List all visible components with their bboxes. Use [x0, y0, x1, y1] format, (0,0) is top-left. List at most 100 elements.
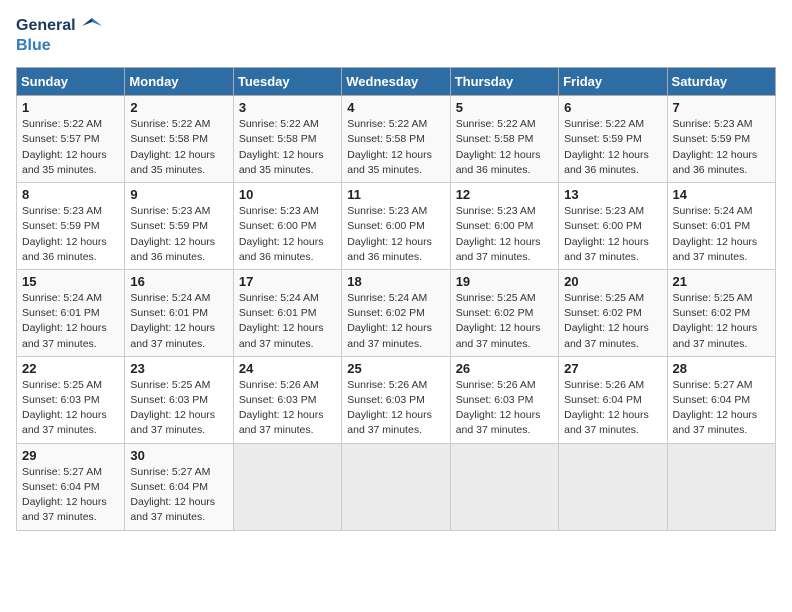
- calendar-week-4: 22 Sunrise: 5:25 AMSunset: 6:03 PMDayligh…: [17, 356, 776, 443]
- empty-day-cell: [559, 443, 667, 530]
- day-cell-2: 2 Sunrise: 5:22 AMSunset: 5:58 PMDaylight…: [125, 96, 233, 183]
- day-number: 20: [564, 274, 661, 289]
- day-number: 8: [22, 187, 119, 202]
- calendar-header-wednesday: Wednesday: [342, 68, 450, 96]
- empty-day-cell: [233, 443, 341, 530]
- day-info: Sunrise: 5:24 AMSunset: 6:01 PMDaylight:…: [130, 291, 227, 352]
- day-number: 15: [22, 274, 119, 289]
- day-cell-28: 28 Sunrise: 5:27 AMSunset: 6:04 PMDayligh…: [667, 356, 775, 443]
- day-cell-15: 15 Sunrise: 5:24 AMSunset: 6:01 PMDayligh…: [17, 269, 125, 356]
- day-cell-30: 30 Sunrise: 5:27 AMSunset: 6:04 PMDayligh…: [125, 443, 233, 530]
- day-info: Sunrise: 5:26 AMSunset: 6:04 PMDaylight:…: [564, 378, 661, 439]
- day-cell-4: 4 Sunrise: 5:22 AMSunset: 5:58 PMDaylight…: [342, 96, 450, 183]
- calendar-week-5: 29 Sunrise: 5:27 AMSunset: 6:04 PMDayligh…: [17, 443, 776, 530]
- calendar-header-friday: Friday: [559, 68, 667, 96]
- day-number: 27: [564, 361, 661, 376]
- day-number: 7: [673, 100, 770, 115]
- day-number: 11: [347, 187, 444, 202]
- day-number: 10: [239, 187, 336, 202]
- calendar-header-row: SundayMondayTuesdayWednesdayThursdayFrid…: [17, 68, 776, 96]
- day-number: 1: [22, 100, 119, 115]
- calendar-week-1: 1 Sunrise: 5:22 AMSunset: 5:57 PMDaylight…: [17, 96, 776, 183]
- day-number: 26: [456, 361, 553, 376]
- day-info: Sunrise: 5:22 AMSunset: 5:57 PMDaylight:…: [22, 117, 119, 178]
- day-number: 17: [239, 274, 336, 289]
- day-number: 3: [239, 100, 336, 115]
- day-info: Sunrise: 5:25 AMSunset: 6:02 PMDaylight:…: [564, 291, 661, 352]
- day-number: 29: [22, 448, 119, 463]
- day-info: Sunrise: 5:24 AMSunset: 6:02 PMDaylight:…: [347, 291, 444, 352]
- calendar-week-2: 8Sunrise: 5:23 AMSunset: 5:59 PMDaylight…: [17, 183, 776, 270]
- day-number: 30: [130, 448, 227, 463]
- day-number: 12: [456, 187, 553, 202]
- day-number: 9: [130, 187, 227, 202]
- day-info: Sunrise: 5:26 AMSunset: 6:03 PMDaylight:…: [347, 378, 444, 439]
- day-info: Sunrise: 5:27 AMSunset: 6:04 PMDaylight:…: [130, 465, 227, 526]
- day-info: Sunrise: 5:24 AMSunset: 6:01 PMDaylight:…: [239, 291, 336, 352]
- day-cell-26: 26 Sunrise: 5:26 AMSunset: 6:03 PMDayligh…: [450, 356, 558, 443]
- day-cell-11: 11 Sunrise: 5:23 AMSunset: 6:00 PMDayligh…: [342, 183, 450, 270]
- day-info: Sunrise: 5:23 AMSunset: 6:00 PMDaylight:…: [456, 204, 553, 265]
- empty-day-cell: [450, 443, 558, 530]
- calendar-header-tuesday: Tuesday: [233, 68, 341, 96]
- day-number: 6: [564, 100, 661, 115]
- day-number: 14: [673, 187, 770, 202]
- day-number: 2: [130, 100, 227, 115]
- day-info: Sunrise: 5:25 AMSunset: 6:03 PMDaylight:…: [22, 378, 119, 439]
- day-info: Sunrise: 5:23 AMSunset: 6:00 PMDaylight:…: [347, 204, 444, 265]
- day-number: 28: [673, 361, 770, 376]
- day-cell-16: 16Sunrise: 5:24 AMSunset: 6:01 PMDayligh…: [125, 269, 233, 356]
- day-number: 4: [347, 100, 444, 115]
- calendar-header-thursday: Thursday: [450, 68, 558, 96]
- day-info: Sunrise: 5:25 AMSunset: 6:03 PMDaylight:…: [130, 378, 227, 439]
- day-number: 21: [673, 274, 770, 289]
- day-cell-17: 17 Sunrise: 5:24 AMSunset: 6:01 PMDayligh…: [233, 269, 341, 356]
- logo-general: General: [16, 17, 76, 34]
- day-cell-1: 1 Sunrise: 5:22 AMSunset: 5:57 PMDaylight…: [17, 96, 125, 183]
- day-cell-25: 25Sunrise: 5:26 AMSunset: 6:03 PMDayligh…: [342, 356, 450, 443]
- empty-day-cell: [667, 443, 775, 530]
- day-cell-22: 22 Sunrise: 5:25 AMSunset: 6:03 PMDayligh…: [17, 356, 125, 443]
- day-info: Sunrise: 5:24 AMSunset: 6:01 PMDaylight:…: [673, 204, 770, 265]
- calendar-week-3: 15 Sunrise: 5:24 AMSunset: 6:01 PMDayligh…: [17, 269, 776, 356]
- day-cell-10: 10 Sunrise: 5:23 AMSunset: 6:00 PMDayligh…: [233, 183, 341, 270]
- day-info: Sunrise: 5:25 AMSunset: 6:02 PMDaylight:…: [673, 291, 770, 352]
- day-cell-29: 29 Sunrise: 5:27 AMSunset: 6:04 PMDayligh…: [17, 443, 125, 530]
- day-info: Sunrise: 5:27 AMSunset: 6:04 PMDaylight:…: [22, 465, 119, 526]
- day-info: Sunrise: 5:23 AMSunset: 6:00 PMDaylight:…: [239, 204, 336, 265]
- day-info: Sunrise: 5:24 AMSunset: 6:01 PMDaylight:…: [22, 291, 119, 352]
- day-cell-5: 5Sunrise: 5:22 AMSunset: 5:58 PMDaylight…: [450, 96, 558, 183]
- day-info: Sunrise: 5:26 AMSunset: 6:03 PMDaylight:…: [239, 378, 336, 439]
- calendar-header-sunday: Sunday: [17, 68, 125, 96]
- day-number: 19: [456, 274, 553, 289]
- day-number: 18: [347, 274, 444, 289]
- day-info: Sunrise: 5:23 AMSunset: 5:59 PMDaylight:…: [673, 117, 770, 178]
- day-cell-24: 24 Sunrise: 5:26 AMSunset: 6:03 PMDayligh…: [233, 356, 341, 443]
- day-cell-21: 21 Sunrise: 5:25 AMSunset: 6:02 PMDayligh…: [667, 269, 775, 356]
- logo: General Blue: [16, 16, 102, 55]
- day-cell-20: 20 Sunrise: 5:25 AMSunset: 6:02 PMDayligh…: [559, 269, 667, 356]
- day-info: Sunrise: 5:22 AMSunset: 5:58 PMDaylight:…: [130, 117, 227, 178]
- day-cell-7: 7 Sunrise: 5:23 AMSunset: 5:59 PMDaylight…: [667, 96, 775, 183]
- day-number: 24: [239, 361, 336, 376]
- day-number: 22: [22, 361, 119, 376]
- day-info: Sunrise: 5:25 AMSunset: 6:02 PMDaylight:…: [456, 291, 553, 352]
- calendar-header-saturday: Saturday: [667, 68, 775, 96]
- calendar-table: SundayMondayTuesdayWednesdayThursdayFrid…: [16, 67, 776, 530]
- day-info: Sunrise: 5:22 AMSunset: 5:58 PMDaylight:…: [347, 117, 444, 178]
- day-info: Sunrise: 5:27 AMSunset: 6:04 PMDaylight:…: [673, 378, 770, 439]
- day-cell-9: 9Sunrise: 5:23 AMSunset: 5:59 PMDaylight…: [125, 183, 233, 270]
- day-cell-3: 3 Sunrise: 5:22 AMSunset: 5:58 PMDaylight…: [233, 96, 341, 183]
- day-cell-8: 8Sunrise: 5:23 AMSunset: 5:59 PMDaylight…: [17, 183, 125, 270]
- day-number: 23: [130, 361, 227, 376]
- day-info: Sunrise: 5:22 AMSunset: 5:58 PMDaylight:…: [456, 117, 553, 178]
- day-info: Sunrise: 5:22 AMSunset: 5:59 PMDaylight:…: [564, 117, 661, 178]
- calendar-header-monday: Monday: [125, 68, 233, 96]
- day-info: Sunrise: 5:26 AMSunset: 6:03 PMDaylight:…: [456, 378, 553, 439]
- day-cell-6: 6 Sunrise: 5:22 AMSunset: 5:59 PMDaylight…: [559, 96, 667, 183]
- day-cell-14: 14 Sunrise: 5:24 AMSunset: 6:01 PMDayligh…: [667, 183, 775, 270]
- day-cell-23: 23 Sunrise: 5:25 AMSunset: 6:03 PMDayligh…: [125, 356, 233, 443]
- day-info: Sunrise: 5:22 AMSunset: 5:58 PMDaylight:…: [239, 117, 336, 178]
- page-header: General Blue: [16, 16, 776, 55]
- logo-container: General Blue: [16, 16, 102, 55]
